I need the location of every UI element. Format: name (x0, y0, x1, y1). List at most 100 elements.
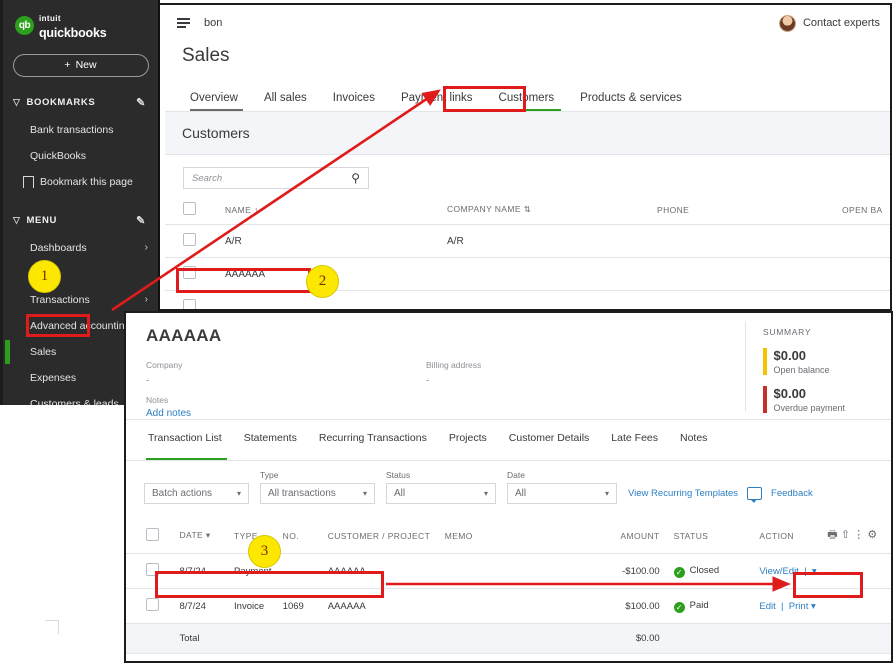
table-row[interactable] (165, 290, 890, 309)
sidebar-item-label: Sales (30, 345, 57, 358)
table-row[interactable]: 8/7/24 Invoice 1069 AAAAAA $100.00 ✓ Paid… (126, 588, 891, 624)
print-icon[interactable]: 🖶 (827, 529, 838, 541)
type-filter-dropdown[interactable]: All transactions ▾ (260, 483, 375, 504)
txn-col-memo[interactable]: MEMO (444, 522, 586, 554)
type-filter-value: All transactions (268, 488, 336, 499)
total-spacer (126, 623, 180, 654)
row-checkbox[interactable] (146, 563, 159, 576)
txn-col-action[interactable]: ACTION (759, 522, 828, 554)
row-checkbox[interactable] (183, 233, 196, 246)
sidebar-item-label: QuickBooks (30, 149, 87, 162)
view-edit-caret-icon[interactable]: ▾ (812, 566, 817, 577)
view-edit-button[interactable]: View/Edit (759, 566, 798, 577)
company-label: Company (146, 360, 183, 370)
gear-icon[interactable]: ⚙ (867, 529, 877, 541)
tab-products-services-label: Products & services (580, 92, 682, 104)
tab-all-sales[interactable]: All sales (251, 92, 320, 111)
print-button[interactable]: Print (789, 601, 809, 612)
contact-experts-button[interactable]: Contact experts (778, 14, 880, 32)
export-icon[interactable]: ⇧ (841, 529, 851, 541)
quickbooks-logo: qb intuit quickbooks (3, 0, 158, 42)
view-recurring-templates-link[interactable]: View Recurring Templates (628, 488, 738, 499)
row-checkbox-cell[interactable] (165, 257, 225, 291)
edit-button[interactable]: Edit (759, 601, 775, 612)
bookmark-icon (23, 175, 34, 192)
tab-invoices[interactable]: Invoices (320, 92, 388, 111)
sidebar-item-dashboards[interactable]: Dashboards › (3, 235, 158, 261)
txn-col-customer[interactable]: CUSTOMER / PROJECT (327, 522, 445, 554)
col-phone[interactable]: PHONE (657, 197, 842, 225)
more-icon[interactable]: ⋮ (853, 529, 864, 541)
billing-address-field: Billing address - (426, 360, 706, 385)
col-company[interactable]: COMPANY NAME ⇅ (447, 197, 657, 225)
tab-projects[interactable]: Projects (438, 432, 498, 460)
txn-col-date[interactable]: DATE ▾ (179, 522, 235, 554)
row-checkbox-cell[interactable] (165, 290, 225, 309)
row-checkbox[interactable] (146, 598, 159, 611)
search-input[interactable]: Search ⚲ (183, 167, 369, 189)
tab-products-services[interactable]: Products & services (567, 92, 695, 111)
txn-col-status[interactable]: STATUS (665, 522, 760, 554)
transaction-table: DATE ▾ TYPE NO. CUSTOMER / PROJECT MEMO … (126, 522, 891, 654)
select-all-checkbox[interactable] (146, 528, 159, 541)
row-checkbox[interactable] (183, 299, 196, 309)
edit-pencil-icon[interactable]: ✎ (136, 214, 146, 227)
sidebar-item-bank-transactions[interactable]: Bank transactions (3, 117, 158, 143)
tab-transaction-list[interactable]: Transaction List (144, 432, 233, 460)
table-row[interactable]: A/R A/R (165, 224, 890, 258)
feedback-icon[interactable] (747, 487, 763, 503)
txn-col-memo-label: MEMO (444, 530, 473, 541)
tab-late-fees[interactable]: Late Fees (600, 432, 669, 460)
txn-col-date-label: DATE (179, 530, 204, 540)
batch-actions-dropdown[interactable]: Batch actions ▾ (144, 483, 249, 504)
hamburger-menu-icon[interactable] (177, 15, 190, 30)
col-open-balance[interactable]: OPEN BA (842, 197, 890, 225)
tab-payment-links[interactable]: Payment links (388, 92, 486, 111)
txn-select-all-header[interactable] (126, 522, 180, 554)
status-filter-dropdown[interactable]: All ▾ (386, 483, 496, 504)
txn-no (282, 553, 328, 589)
row-name[interactable] (225, 290, 447, 309)
bookmarks-section-header[interactable]: ▽ BOOKMARKS ✎ (3, 89, 158, 117)
menu-section-header[interactable]: ▽ MENU ✎ (3, 207, 158, 235)
col-name[interactable]: NAME ↑ (225, 197, 447, 225)
table-row[interactable]: 8/7/24 Payment AAAAAA -$100.00 ✓ Closed V… (126, 553, 891, 589)
feedback-link[interactable]: Feedback (771, 488, 813, 499)
contact-experts-label: Contact experts (802, 17, 880, 29)
chevron-down-icon: ▾ (362, 489, 367, 498)
date-filter-dropdown[interactable]: All ▾ (507, 483, 617, 504)
row-checkbox-cell[interactable] (165, 224, 225, 258)
sidebar-item-tasks[interactable]: Tasks (3, 261, 158, 287)
row-checkbox-cell[interactable] (126, 553, 180, 589)
sidebar-bookmark-this-page[interactable]: Bookmark this page (3, 169, 158, 195)
status-filter-label: Status (386, 470, 411, 480)
chevron-down-icon[interactable]: ▽ (13, 97, 21, 108)
sidebar-item-quickbooks[interactable]: QuickBooks (3, 143, 158, 169)
row-name[interactable]: A/R (225, 224, 447, 258)
filter-links: View Recurring Templates Feedback (628, 487, 813, 504)
customer-name-title: AAAAAA (146, 326, 222, 345)
sidebar-item-transactions[interactable]: Transactions › (3, 287, 158, 313)
date-filter-value: All (515, 488, 527, 499)
step-badge-3-label: 3 (260, 543, 269, 559)
txn-col-no[interactable]: NO. (282, 522, 328, 554)
action-caret-icon[interactable]: ▾ (811, 601, 816, 612)
tab-customer-details[interactable]: Customer Details (498, 432, 601, 460)
row-checkbox[interactable] (183, 266, 196, 279)
txn-col-amount[interactable]: AMOUNT (585, 522, 666, 554)
select-all-header[interactable] (165, 197, 225, 225)
new-button[interactable]: + New (12, 53, 149, 77)
search-icon[interactable]: ⚲ (351, 171, 360, 185)
edit-pencil-icon[interactable]: ✎ (136, 96, 146, 109)
tab-customers[interactable]: Customers (486, 92, 568, 111)
tab-overview[interactable]: Overview (182, 92, 251, 111)
add-notes-link[interactable]: Add notes (146, 408, 746, 419)
tab-statements[interactable]: Statements (233, 432, 308, 460)
select-all-checkbox[interactable] (183, 202, 196, 215)
tab-recurring-transactions[interactable]: Recurring Transactions (308, 432, 438, 460)
tab-notes[interactable]: Notes (669, 432, 718, 460)
menu-label: MENU (26, 215, 57, 227)
chevron-down-icon[interactable]: ▽ (13, 215, 21, 226)
row-checkbox-cell[interactable] (126, 588, 180, 624)
table-row[interactable]: AAAAAA (165, 257, 890, 291)
